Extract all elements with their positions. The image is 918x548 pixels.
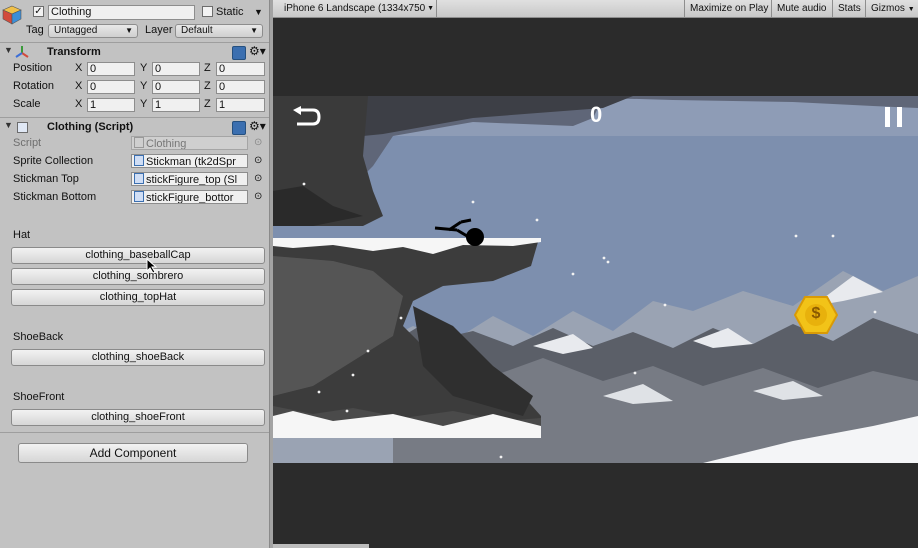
aspect-value: iPhone 6 Landscape (1334x750 [284, 3, 426, 14]
transform-scale-label: Scale [13, 98, 41, 110]
static-dropdown-icon[interactable]: ▼ [254, 5, 263, 19]
transform-scale-x-field[interactable]: 1 [87, 98, 135, 112]
axis-z-label: Z [204, 80, 211, 92]
transform-rotation-z-field[interactable]: 0 [216, 80, 265, 94]
transform-title: Transform [47, 46, 101, 58]
layer-dropdown[interactable]: Default ▼ [175, 24, 263, 38]
sprite-collection-value: Stickman (tk2dSpr [146, 156, 236, 168]
coin-pickup: $ [794, 296, 838, 334]
transform-axes-icon [15, 45, 29, 62]
stickman-bottom-field[interactable]: stickFigure_bottor [131, 190, 248, 204]
object-picker-icon[interactable]: ⊙ [254, 154, 262, 168]
object-asset-icon [134, 173, 144, 184]
hat-section-title: Hat [13, 229, 31, 241]
game-view-bottom-tab [273, 544, 369, 548]
axis-x-label: X [75, 98, 83, 110]
score-counter: 0 [590, 102, 603, 127]
axis-y-label: Y [140, 62, 148, 74]
static-label: Static [216, 6, 244, 18]
axis-x-label: X [75, 62, 83, 74]
static-checkbox[interactable] [202, 6, 213, 17]
inspector-panel: ✓ Clothing Static ▼ Tag Untagged ▼ Layer … [0, 0, 269, 548]
gameobject-cube-icon [2, 5, 22, 25]
aspect-dropdown[interactable]: iPhone 6 Landscape (1334x750 ▼ [279, 0, 437, 17]
axis-z-label: Z [204, 62, 211, 74]
foldout-arrow-icon[interactable]: ▼ [4, 45, 13, 55]
back-arrow-icon[interactable] [291, 106, 321, 133]
pause-icon[interactable] [884, 107, 904, 130]
help-book-icon[interactable] [232, 46, 246, 60]
clothing-tophat-button[interactable]: clothing_topHat [11, 289, 265, 306]
transform-rotation-y-field[interactable]: 0 [152, 80, 200, 94]
script-component-header[interactable]: ▼ Clothing (Script) ⚙▾ [0, 117, 269, 136]
gear-icon[interactable]: ⚙▾ [249, 44, 266, 58]
shoeback-section-title: ShoeBack [13, 331, 64, 343]
axis-x-label: X [75, 80, 83, 92]
axis-z-label: Z [204, 98, 211, 110]
stickman-bottom-value: stickFigure_bottor [146, 192, 234, 204]
transform-position-z-field[interactable]: 0 [216, 62, 265, 76]
help-book-icon[interactable] [232, 121, 246, 135]
transform-position-label: Position [13, 62, 53, 74]
script-field: Clothing [131, 136, 248, 150]
stickman-top-field[interactable]: stickFigure_top (Sl [131, 172, 248, 186]
transform-rotation-label: Rotation [13, 80, 54, 92]
foldout-arrow-icon[interactable]: ▼ [4, 120, 13, 130]
shoefront-section-title: ShoeFront [13, 391, 65, 403]
transform-rotation-x-field[interactable]: 0 [87, 80, 135, 94]
gizmos-label: Gizmos [871, 3, 905, 14]
object-name-field[interactable]: Clothing [48, 5, 195, 20]
gear-icon[interactable]: ⚙▾ [249, 119, 266, 133]
layer-value: Default [181, 25, 213, 36]
tag-dropdown[interactable]: Untagged ▼ [48, 24, 138, 38]
sprite-collection-field[interactable]: Stickman (tk2dSpr [131, 154, 248, 168]
script-value: Clothing [146, 138, 187, 150]
maximize-on-play-toggle[interactable]: Maximize on Play [684, 0, 772, 17]
tag-label: Tag [26, 24, 44, 36]
script-enabled-checkbox[interactable] [17, 122, 28, 133]
sprite-collection-label: Sprite Collection [13, 155, 94, 167]
transform-position-x-field[interactable]: 0 [87, 62, 135, 76]
object-asset-icon [134, 191, 144, 202]
clothing-shoefront-button[interactable]: clothing_shoeFront [11, 409, 265, 426]
axis-y-label: Y [140, 98, 148, 110]
add-component-button[interactable]: Add Component [18, 443, 248, 463]
clothing-baseballcap-button[interactable]: clothing_baseballCap [11, 247, 265, 264]
chevron-down-icon: ▼ [427, 5, 434, 12]
object-asset-icon [134, 155, 144, 166]
active-checkbox[interactable]: ✓ [33, 6, 44, 17]
chevron-down-icon: ▼ [907, 6, 915, 13]
script-component-title: Clothing (Script) [47, 121, 134, 133]
component-divider [0, 432, 269, 433]
mouse-cursor-icon [146, 257, 158, 277]
object-picker-icon: ⊙ [254, 137, 263, 148]
axis-y-label: Y [140, 80, 148, 92]
stickman-top-value: stickFigure_top (Sl [146, 174, 238, 186]
object-picker-icon[interactable]: ⊙ [254, 172, 262, 186]
tag-value: Untagged [54, 25, 98, 36]
stickman-bottom-label: Stickman Bottom [13, 191, 97, 203]
script-label: Script [13, 137, 42, 149]
stickman-player [433, 216, 487, 251]
clothing-shoeback-button[interactable]: clothing_shoeBack [11, 349, 265, 366]
transform-position-y-field[interactable]: 0 [152, 62, 200, 76]
gizmos-dropdown[interactable]: Gizmos ▼ [866, 0, 918, 17]
chevron-down-icon: ▼ [125, 26, 133, 35]
transform-scale-y-field[interactable]: 1 [152, 98, 200, 112]
stats-toggle[interactable]: Stats [833, 0, 866, 17]
coin-dollar-icon: $ [811, 305, 821, 322]
layer-label: Layer [145, 24, 173, 36]
stickman-top-label: Stickman Top [13, 173, 79, 185]
clothing-sombrero-button[interactable]: clothing_sombrero [11, 268, 265, 285]
mute-audio-toggle[interactable]: Mute audio [772, 0, 833, 17]
transform-header[interactable]: ▼ Transform ⚙▾ [0, 42, 269, 61]
game-scene[interactable]: 0 $ [273, 96, 918, 463]
chevron-down-icon: ▼ [250, 26, 258, 35]
object-picker-icon[interactable]: ⊙ [254, 190, 262, 204]
game-view: iPhone 6 Landscape (1334x750 ▼ Maximize o… [273, 0, 918, 548]
transform-scale-z-field[interactable]: 1 [216, 98, 265, 112]
script-asset-icon [134, 137, 144, 148]
